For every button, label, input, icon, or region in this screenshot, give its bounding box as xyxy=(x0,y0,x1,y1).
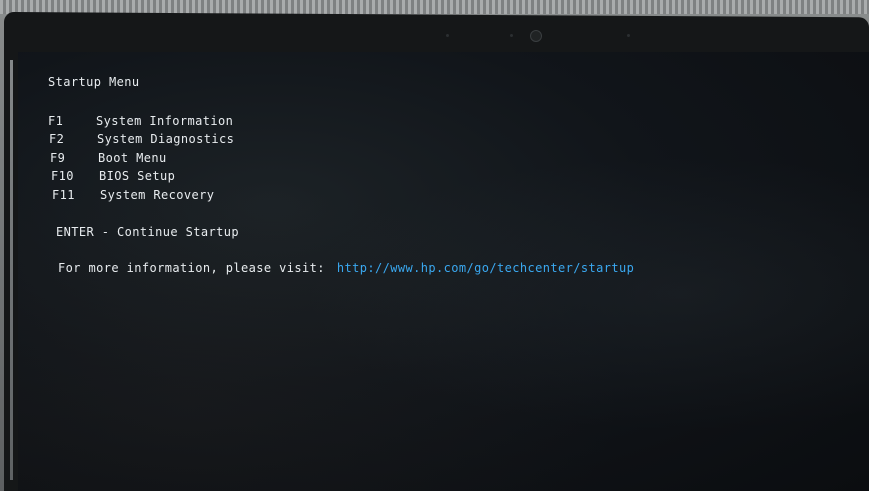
info-text: For more information, please visit: xyxy=(58,261,325,275)
menu-option-f1[interactable]: F1 System Information xyxy=(48,114,233,128)
menu-title: Startup Menu xyxy=(48,75,140,89)
sensor-dot xyxy=(627,34,630,37)
screen-edge-reflection xyxy=(10,60,13,480)
bios-screen: Startup Menu F1 System Information F2 Syst… xyxy=(18,52,869,491)
option-label: System Diagnostics xyxy=(97,132,235,146)
option-label: System Information xyxy=(96,114,234,128)
option-label: BIOS Setup xyxy=(99,169,176,183)
option-key: F11 xyxy=(52,188,75,202)
option-label: Boot Menu xyxy=(98,151,167,165)
menu-option-f10[interactable]: F10 BIOS Setup xyxy=(51,169,175,183)
option-label: System Recovery xyxy=(100,188,215,202)
option-key: F2 xyxy=(49,132,65,146)
webcam-icon xyxy=(530,30,542,42)
menu-option-f11[interactable]: F11 System Recovery xyxy=(52,188,214,202)
sensor-dot xyxy=(510,34,513,37)
sensor-dot xyxy=(446,34,449,37)
menu-option-f9[interactable]: F9 Boot Menu xyxy=(50,151,167,165)
photo-frame: Startup Menu F1 System Information F2 Syst… xyxy=(0,0,869,491)
info-line: For more information, please visit: http:… xyxy=(58,261,634,275)
option-key: F1 xyxy=(48,114,64,128)
option-key: F9 xyxy=(50,151,66,165)
continue-startup-option[interactable]: ENTER - Continue Startup xyxy=(56,225,239,239)
menu-option-f2[interactable]: F2 System Diagnostics xyxy=(49,132,234,146)
option-key: F10 xyxy=(51,169,74,183)
info-url-link: http://www.hp.com/go/techcenter/startup xyxy=(336,261,635,275)
